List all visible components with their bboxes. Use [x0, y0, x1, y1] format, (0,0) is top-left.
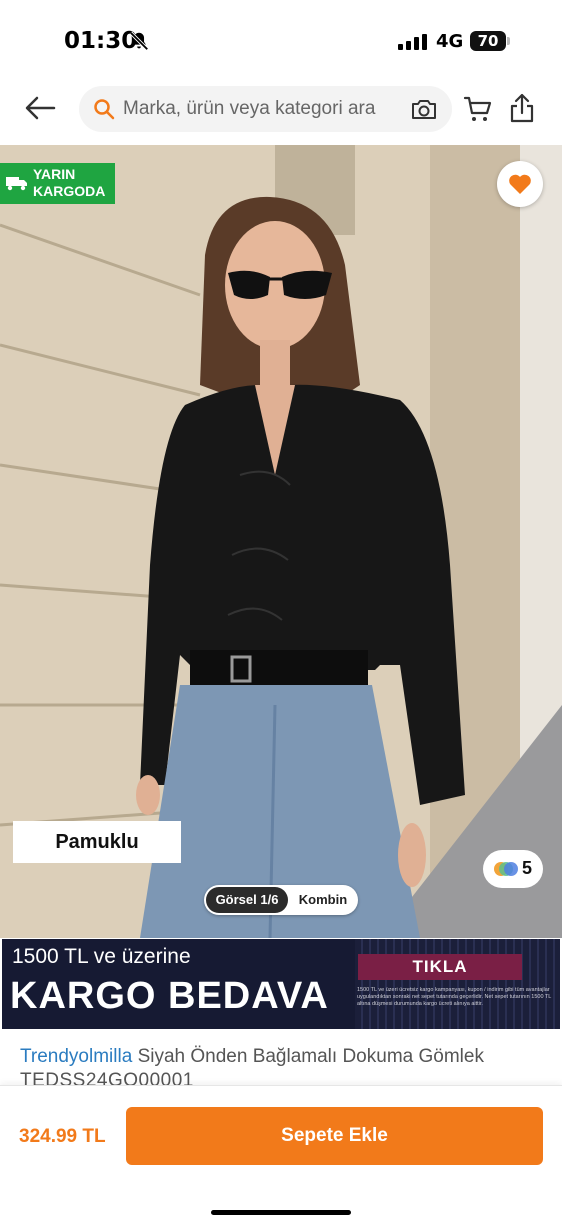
color-options-button[interactable]: 5 [483, 850, 543, 888]
cargo-badge-text: YARIN KARGODA [33, 166, 106, 199]
promo-small-print: 1500 TL ve üzeri ücretsiz kargo kampanya… [357, 987, 552, 1007]
search-input[interactable]: Marka, ürün veya kategori ara [79, 86, 452, 132]
tab-combine[interactable]: Kombin [292, 887, 354, 913]
favorite-button[interactable] [497, 161, 543, 207]
truck-icon [6, 177, 27, 191]
color-count: 5 [522, 858, 533, 878]
color-dots-icon [494, 862, 518, 876]
battery-icon: 70 [470, 31, 510, 51]
back-arrow-icon[interactable] [22, 92, 58, 124]
cargo-badge: YARIN KARGODA [0, 163, 115, 204]
product-photo [0, 145, 562, 938]
cart-icon[interactable] [463, 94, 493, 124]
tab-gallery[interactable]: Görsel 1/6 [206, 887, 288, 913]
product-name: Siyah Önden Bağlamalı Dokuma Gömlek [137, 1046, 484, 1067]
product-detail-page: 01:30 4G 70 Marka, ürün veya kategori ar… [0, 0, 562, 1221]
banner-stripes [355, 939, 560, 1029]
signal-icon [398, 34, 427, 50]
promo-line2: KARGO BEDAVA [10, 975, 329, 1017]
home-indicator[interactable] [211, 1210, 351, 1215]
promo-line1: 1500 TL ve üzerine [12, 945, 191, 968]
promo-cta-button[interactable]: TIKLA [358, 954, 522, 980]
add-to-cart-button[interactable]: Sepete Ekle [126, 1107, 543, 1165]
search-icon [94, 99, 115, 120]
battery-level: 70 [470, 31, 506, 51]
network-type: 4G [436, 31, 464, 52]
price: 324.99 TL [19, 1126, 106, 1147]
camera-icon[interactable] [410, 96, 438, 122]
search-placeholder: Marka, ürün veya kategori ara [123, 98, 376, 119]
heart-icon [509, 174, 531, 194]
bell-off-icon [129, 31, 149, 51]
image-view-toggle: Görsel 1/6 Kombin [204, 885, 358, 915]
status-bar: 01:30 4G 70 [0, 0, 562, 80]
top-bar: Marka, ürün veya kategori ara [0, 80, 562, 144]
feature-tag: Pamuklu [13, 821, 181, 863]
product-image[interactable]: YARIN KARGODA Pamuklu 5 Görsel 1/6 Kombi… [0, 145, 562, 938]
bottom-bar: 324.99 TL Sepete Ekle [0, 1085, 562, 1221]
free-shipping-banner[interactable]: 1500 TL ve üzerine KARGO BEDAVA TIKLA 15… [2, 939, 560, 1029]
status-time: 01:30 [64, 28, 138, 54]
share-icon[interactable] [509, 92, 535, 124]
brand-link[interactable]: Trendyolmilla [20, 1046, 132, 1067]
product-title: Trendyolmilla Siyah Önden Bağlamalı Doku… [20, 1044, 550, 1070]
